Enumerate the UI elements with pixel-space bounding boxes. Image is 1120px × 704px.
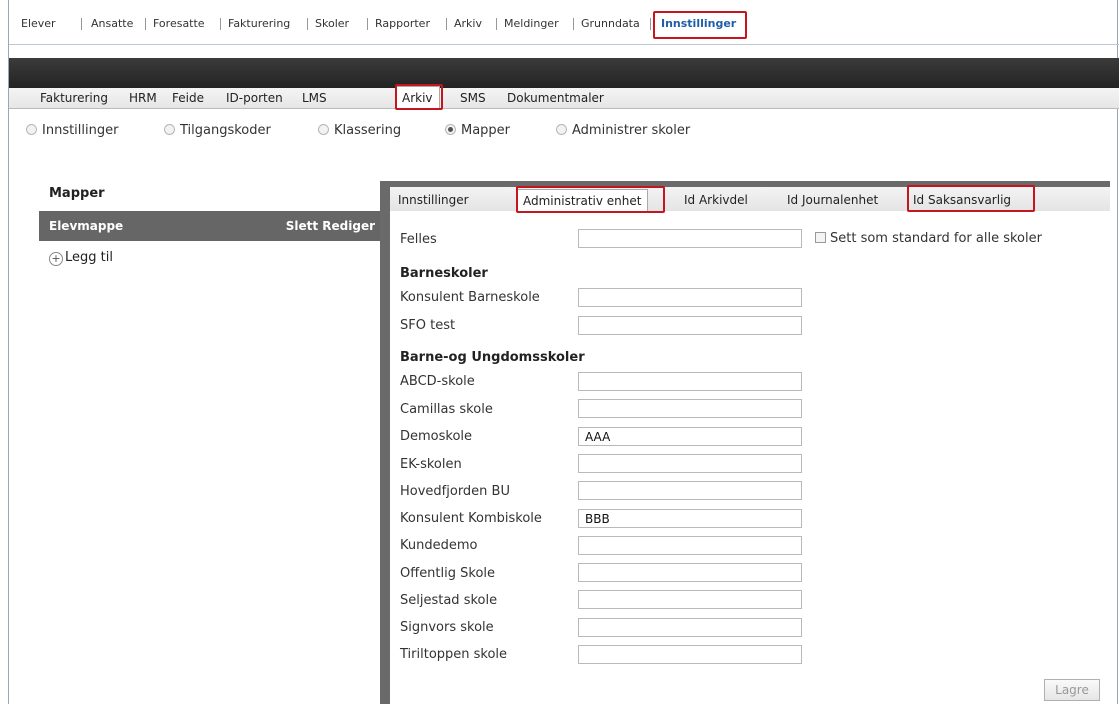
radio-icon: [164, 124, 175, 135]
school-label: Hovedfjorden BU: [400, 484, 510, 499]
school-input[interactable]: [578, 509, 802, 528]
school-input[interactable]: [578, 454, 802, 473]
group-heading-barne-og-ungdomsskoler: Barne-og Ungdomsskoler: [400, 350, 585, 365]
default-checkbox[interactable]: Sett som standard for alle skoler: [815, 231, 1042, 246]
add-label: Legg til: [65, 250, 113, 265]
tab-lms[interactable]: LMS: [302, 88, 327, 108]
radio-innstillinger[interactable]: Innstillinger: [26, 123, 118, 138]
highlight-box: [395, 84, 443, 110]
nav-fakturering[interactable]: Fakturering: [228, 9, 290, 39]
tab-id-porten[interactable]: ID-porten: [226, 88, 283, 108]
checkbox-icon: [815, 232, 826, 243]
header-bar: [9, 58, 1119, 88]
nav-skoler[interactable]: Skoler: [315, 9, 349, 39]
checkbox-label: Sett som standard for alle skoler: [830, 231, 1042, 246]
nav-separator: [220, 18, 221, 30]
school-label: Offentlig Skole: [400, 566, 496, 581]
settings-tab-row: Fakturering HRM Feide ID-porten LMS Arki…: [9, 86, 1119, 109]
radio-icon: [318, 124, 329, 135]
highlight-box: [653, 11, 747, 39]
edit-link[interactable]: Rediger: [322, 219, 375, 233]
folder-row[interactable]: Elevmappe Slett Rediger: [39, 211, 383, 241]
radio-label: Mapper: [461, 123, 511, 138]
radio-klassering[interactable]: Klassering: [318, 123, 401, 138]
school-label: SFO test: [400, 318, 456, 333]
nav-meldinger[interactable]: Meldinger: [504, 9, 559, 39]
school-label: ABCD-skole: [400, 374, 475, 389]
tab-fakturering[interactable]: Fakturering: [40, 88, 108, 108]
nav-separator: [307, 18, 308, 30]
nav-separator: [446, 18, 447, 30]
radio-tilgangskoder[interactable]: Tilgangskoder: [164, 123, 271, 138]
tab-id-journalenhet[interactable]: Id Journalenhet: [787, 189, 878, 211]
nav-grunndata[interactable]: Grunndata: [581, 9, 640, 39]
school-input[interactable]: [578, 618, 802, 637]
radio-mapper[interactable]: Mapper: [445, 123, 510, 138]
tab-hrm[interactable]: HRM: [129, 88, 157, 108]
top-nav: Elever Ansatte Foresatte Fakturering Sko…: [9, 9, 1119, 39]
radio-label: Innstillinger: [42, 123, 119, 138]
nav-separator: [496, 18, 497, 30]
radio-icon: [26, 124, 37, 135]
school-label: Tiriltoppen skole: [400, 647, 508, 662]
tab-sms[interactable]: SMS: [460, 88, 486, 108]
school-label: Demoskole: [400, 429, 473, 444]
school-input[interactable]: [578, 427, 802, 446]
nav-separator: [81, 18, 82, 30]
plus-circle-icon: +: [49, 252, 63, 266]
felles-label: Felles: [400, 232, 437, 247]
tab-id-arkivdel[interactable]: Id Arkivdel: [684, 189, 748, 211]
mapper-title: Mapper: [49, 186, 105, 201]
row-actions: Slett Rediger: [286, 211, 375, 241]
radio-selected-icon: [445, 124, 456, 135]
highlight-box: [516, 186, 665, 213]
school-input[interactable]: [578, 536, 802, 555]
school-label: Konsulent Barneskole: [400, 290, 540, 305]
nav-separator: [650, 18, 651, 30]
nav-rapporter[interactable]: Rapporter: [375, 9, 430, 39]
school-label: Camillas skole: [400, 402, 493, 417]
school-input[interactable]: [578, 481, 802, 500]
delete-link[interactable]: Slett: [286, 219, 318, 233]
tab-innstillinger[interactable]: Innstillinger: [398, 189, 469, 211]
radio-label: Tilgangskoder: [180, 123, 271, 138]
school-input[interactable]: [578, 399, 802, 418]
highlight-box: [907, 185, 1035, 212]
nav-separator: [367, 18, 368, 30]
school-label: Signvors skole: [400, 620, 494, 635]
radio-label: Klassering: [334, 123, 402, 138]
save-button[interactable]: Lagre: [1044, 679, 1100, 701]
school-input[interactable]: [578, 316, 802, 335]
add-folder-button[interactable]: + Legg til: [49, 250, 113, 266]
school-input[interactable]: [578, 563, 802, 582]
school-label: Kundedemo: [400, 538, 478, 553]
nav-separator: [145, 18, 146, 30]
tab-dokumentmaler[interactable]: Dokumentmaler: [507, 88, 604, 108]
felles-input[interactable]: [578, 229, 802, 248]
group-heading-barneskoler: Barneskoler: [400, 266, 488, 281]
school-label: Konsulent Kombiskole: [400, 511, 542, 526]
radio-label: Administrer skoler: [572, 123, 691, 138]
nav-elever[interactable]: Elever: [21, 9, 56, 39]
school-label: Seljestad skole: [400, 593, 498, 608]
radio-icon: [556, 124, 567, 135]
folder-name: Elevmappe: [49, 219, 124, 233]
school-input[interactable]: [578, 645, 802, 664]
divider: [9, 44, 1119, 45]
school-label: EK-skolen: [400, 457, 462, 472]
tab-feide[interactable]: Feide: [172, 88, 204, 108]
nav-foresatte[interactable]: Foresatte: [153, 9, 205, 39]
radio-administrer-skoler[interactable]: Administrer skoler: [556, 123, 690, 138]
school-input[interactable]: [578, 372, 802, 391]
nav-arkiv[interactable]: Arkiv: [454, 9, 482, 39]
school-input[interactable]: [578, 590, 802, 609]
nav-separator: [573, 18, 574, 30]
nav-ansatte[interactable]: Ansatte: [91, 9, 133, 39]
school-input[interactable]: [578, 288, 802, 307]
